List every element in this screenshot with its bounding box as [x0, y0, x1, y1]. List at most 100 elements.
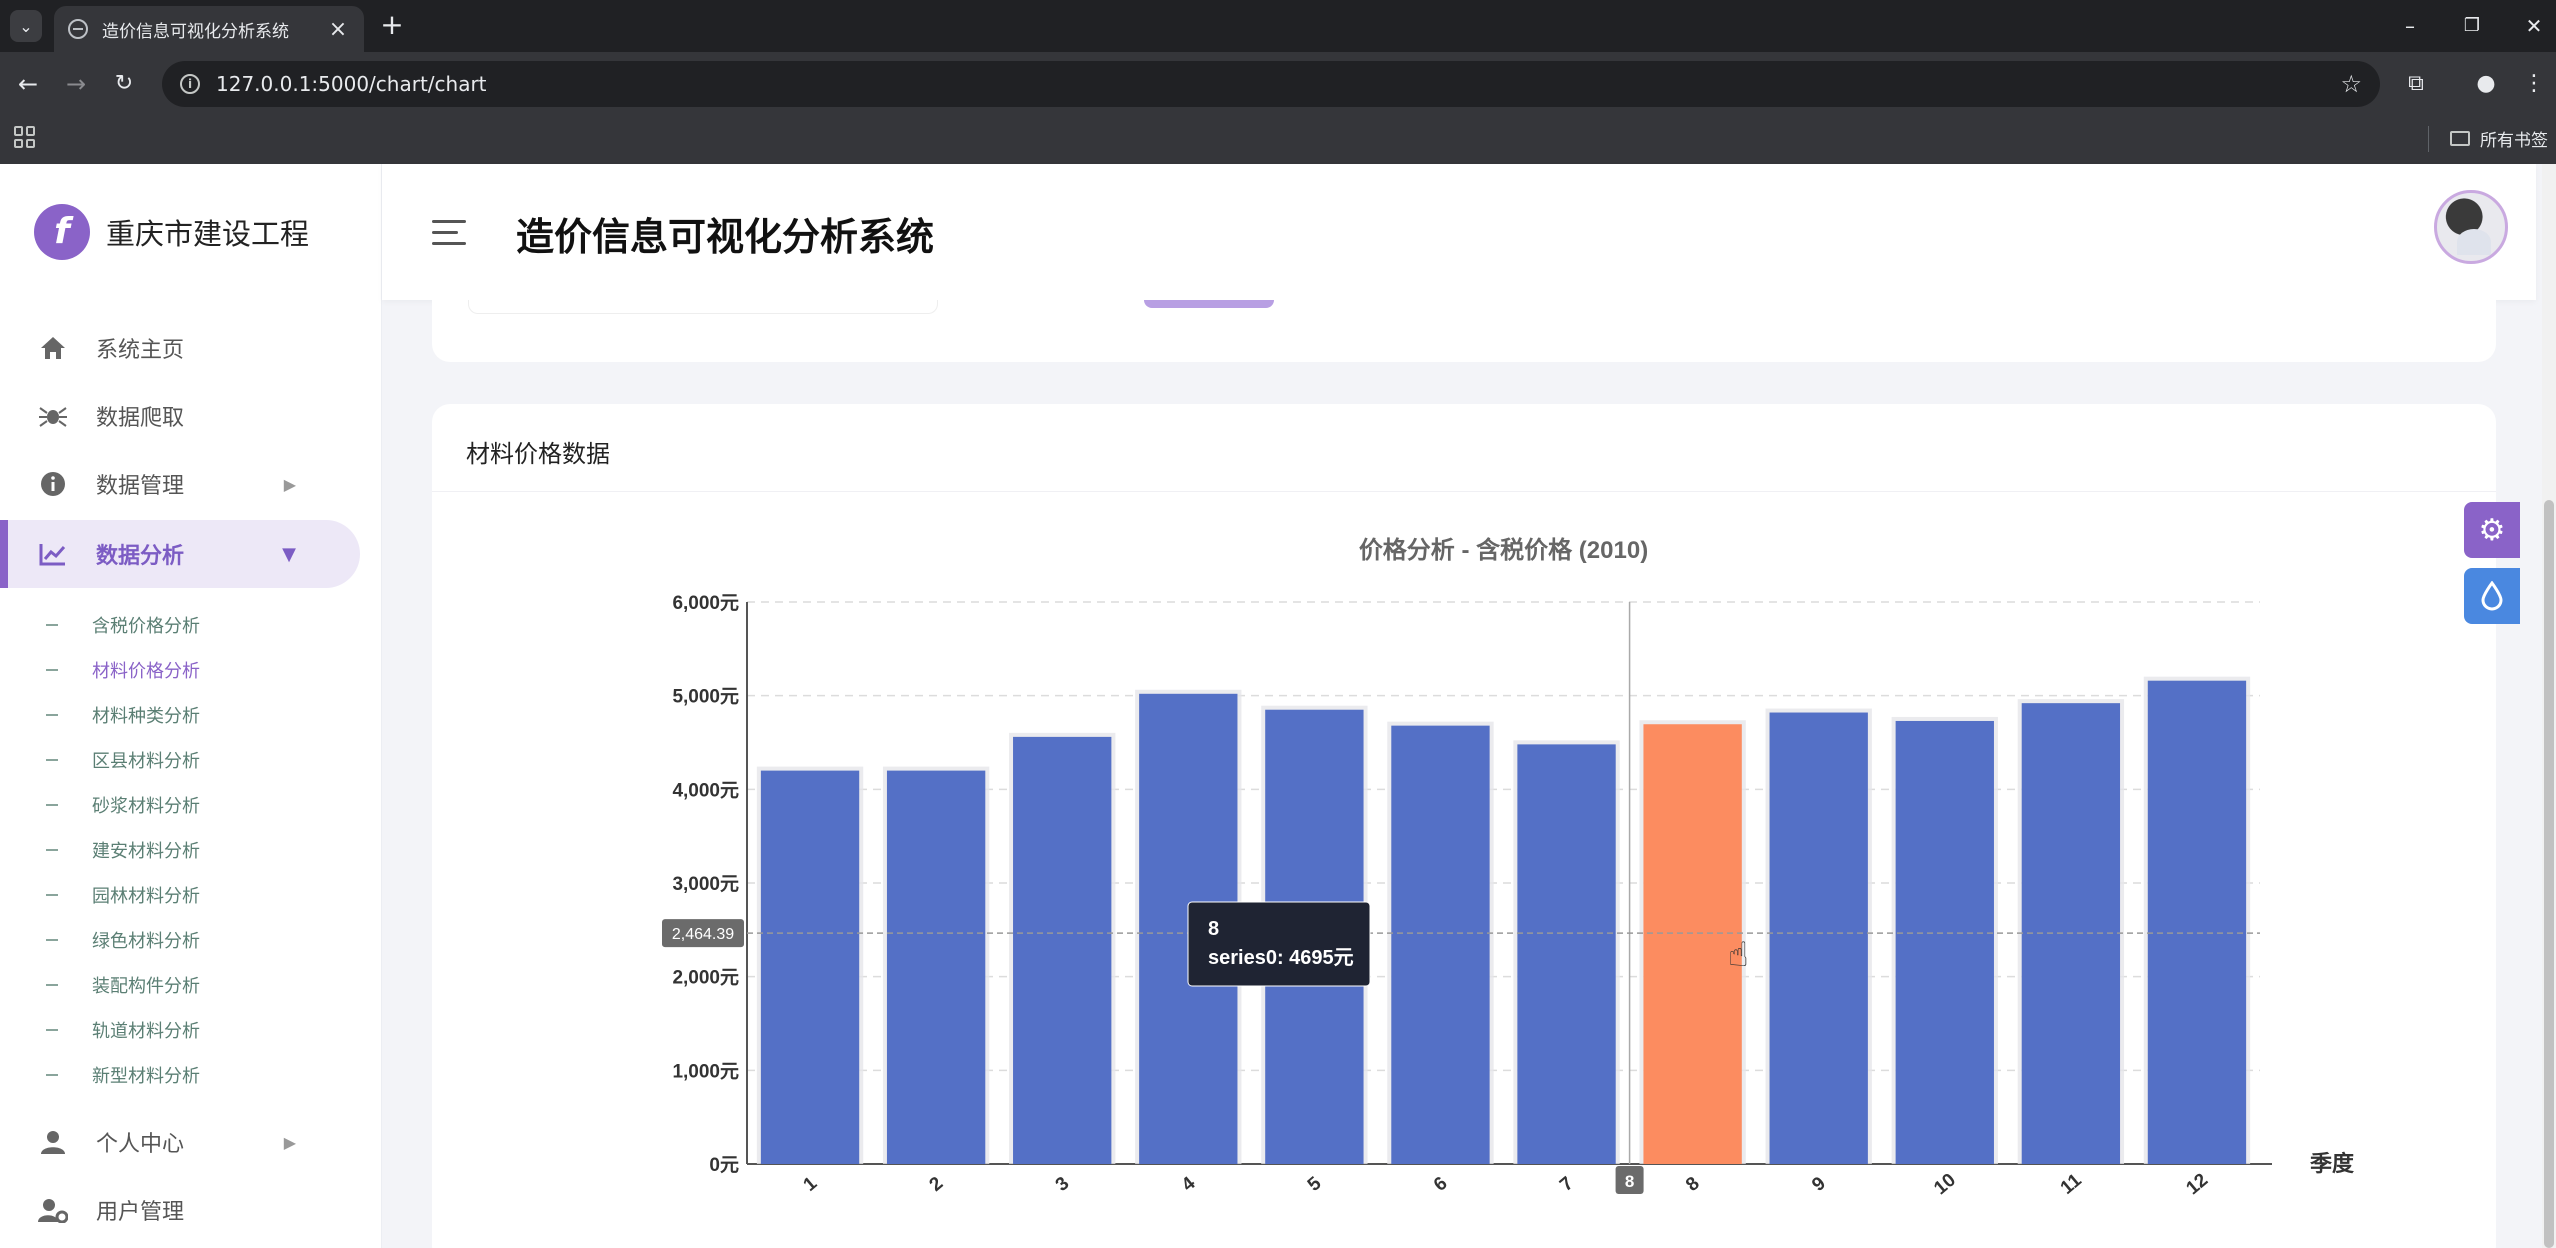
brand-name: 重庆市建设工程 — [106, 217, 310, 251]
browser-tab-active[interactable]: 造价信息可视化分析系统 × — [54, 6, 364, 52]
y-tick-label: 1,000元 — [672, 1061, 739, 1082]
bar-chart[interactable]: 价格分析 - 含税价格 (2010) 0元 1,000元 2,000元 3,000元 4,… — [432, 492, 2496, 1248]
menu-kebab-icon[interactable]: ⋮ — [2516, 66, 2552, 102]
page-title: 造价信息可视化分析系统 — [516, 215, 935, 259]
brand-logo: f — [34, 204, 90, 260]
bookmarks-divider — [2428, 126, 2429, 152]
x-tick-label: 6 — [1430, 1173, 1452, 1196]
y-tick-label: 5,000元 — [672, 687, 739, 708]
x-tick-label: 2 — [926, 1173, 948, 1196]
profile-icon[interactable]: ● — [2468, 66, 2504, 102]
x-axis-label: 季度 — [2310, 1151, 2355, 1176]
submenu-item[interactable]: 砂浆材料分析 — [46, 792, 200, 818]
apps-grid-icon[interactable] — [14, 126, 36, 148]
theme-drop-icon[interactable] — [2464, 568, 2520, 624]
filter-button[interactable] — [1144, 300, 1274, 308]
bar — [886, 770, 986, 1164]
avatar[interactable] — [2434, 190, 2508, 264]
submenu-item[interactable]: 园林材料分析 — [46, 882, 200, 908]
bar — [1391, 725, 1490, 1164]
tab-close-icon[interactable]: × — [326, 17, 350, 42]
all-bookmarks-label: 所有书签 — [2480, 131, 2548, 151]
y-tick-label: 6,000元 — [672, 593, 739, 614]
globe-icon — [68, 19, 88, 39]
x-tick-label: 9 — [1808, 1173, 1830, 1196]
new-tab-plus-icon[interactable]: + — [376, 10, 408, 42]
sidebar-item-label: 用户管理 — [96, 1200, 185, 1225]
folder-icon — [2450, 131, 2470, 146]
sidebar-item-profile[interactable]: 个人中心 ▶ — [0, 1108, 360, 1176]
crosshair-x-label: 8 — [1625, 1172, 1634, 1191]
y-tick-label: 3,000元 — [672, 874, 739, 895]
sidebar-item-crawl[interactable]: 数据爬取 — [0, 382, 360, 450]
sidebar-item-label: 数据爬取 — [96, 406, 185, 431]
x-tick-label: 11 — [2057, 1170, 2086, 1199]
reload-icon[interactable]: ↻ — [106, 66, 142, 102]
submenu-item[interactable]: 轨道材料分析 — [46, 1017, 200, 1043]
bookmarks-bar: 所有书签 — [0, 114, 2556, 164]
tooltip-title: 8 — [1208, 918, 1219, 940]
scrollbar-thumb[interactable] — [2544, 500, 2554, 1248]
bar — [1895, 720, 1994, 1164]
submenu-item[interactable]: 建安材料分析 — [46, 837, 200, 863]
y-tick-label: 0元 — [709, 1155, 739, 1176]
submenu-item-active[interactable]: 材料价格分析 — [46, 657, 200, 683]
submenu-item[interactable]: 含税价格分析 — [46, 612, 200, 638]
chevron-right-icon: ▶ — [283, 1132, 296, 1152]
chart-line-icon — [38, 539, 68, 569]
submenu-item[interactable]: 材料种类分析 — [46, 702, 200, 728]
tab-search-chevron-icon[interactable]: ⌄ — [10, 10, 42, 42]
tooltip-value: series0: 4695元 — [1208, 947, 1354, 969]
x-tick-label: 12 — [2182, 1170, 2212, 1200]
sidebar: f 重庆市建设工程 系统主页 数据爬取 数据管理 ▶ 数据分析 ▼ 含税价格分析… — [0, 164, 382, 1248]
submenu-item[interactable]: 装配构件分析 — [46, 972, 200, 998]
address-bar[interactable]: i 127.0.0.1:5000/chart/chart ☆ — [162, 61, 2380, 107]
sidebar-item-data-analysis[interactable]: 数据分析 ▼ — [0, 520, 360, 588]
submenu-item[interactable]: 绿色材料分析 — [46, 927, 200, 953]
filter-card — [432, 300, 2496, 362]
sidebar-item-label: 数据管理 — [96, 474, 185, 499]
y-tick-label: 4,000元 — [672, 780, 739, 801]
user-gear-icon — [38, 1195, 68, 1225]
all-bookmarks-button[interactable]: 所有书签 — [2450, 126, 2548, 151]
x-tick-label: 5 — [1304, 1173, 1326, 1196]
chart-title: 价格分析 - 含税价格 (2010) — [1359, 536, 1648, 564]
hand-cursor-icon: ☝ — [1728, 935, 1749, 975]
x-tick-label: 10 — [1930, 1170, 1960, 1200]
submenu-item[interactable]: 新型材料分析 — [46, 1062, 200, 1088]
submenu-item[interactable]: 区县材料分析 — [46, 747, 200, 773]
card-title: 材料价格数据 — [466, 440, 610, 468]
bar — [760, 770, 860, 1164]
x-tick-label: 4 — [1178, 1173, 1200, 1196]
address-url[interactable]: 127.0.0.1:5000/chart/chart — [216, 72, 2340, 96]
hamburger-menu-icon[interactable] — [432, 220, 466, 246]
sidebar-item-label: 数据分析 — [96, 544, 185, 569]
window-close-icon[interactable]: ✕ — [2514, 8, 2554, 44]
brand[interactable]: f 重庆市建设工程 — [34, 204, 309, 260]
settings-gear-icon[interactable]: ⚙ — [2464, 502, 2520, 558]
tooltip-box — [1187, 901, 1371, 987]
browser-tab-bar: ⌄ 造价信息可视化分析系统 × + – ❐ ✕ — [0, 0, 2556, 52]
chevron-right-icon: ▶ — [283, 474, 296, 494]
tab-title: 造价信息可视化分析系统 — [102, 21, 289, 42]
minimize-icon[interactable]: – — [2390, 8, 2430, 44]
spider-icon — [38, 401, 68, 431]
sidebar-item-user-manage[interactable]: 用户管理 — [0, 1176, 360, 1244]
extensions-puzzle-icon[interactable]: ⧉ — [2398, 66, 2434, 102]
sidebar-item-home[interactable]: 系统主页 — [0, 314, 360, 382]
info-circle-icon — [38, 469, 68, 499]
card-header: 材料价格数据 — [432, 404, 2496, 492]
sidebar-item-data-manage[interactable]: 数据管理 ▶ — [0, 450, 360, 518]
x-tick-label: 8 — [1682, 1173, 1704, 1196]
y-tick-label: 2,000元 — [672, 968, 739, 989]
app-header: 造价信息可视化分析系统 — [382, 164, 2536, 300]
forward-arrow-icon[interactable]: → — [58, 66, 94, 102]
x-tick-label: 7 — [1556, 1173, 1578, 1196]
back-arrow-icon[interactable]: ← — [10, 66, 46, 102]
bookmark-star-icon[interactable]: ☆ — [2340, 70, 2362, 98]
sidebar-item-label: 个人中心 — [96, 1132, 185, 1157]
filter-input[interactable] — [468, 300, 938, 314]
restore-icon[interactable]: ❐ — [2452, 8, 2492, 44]
site-info-icon[interactable]: i — [180, 74, 200, 94]
bar — [1769, 712, 1868, 1164]
